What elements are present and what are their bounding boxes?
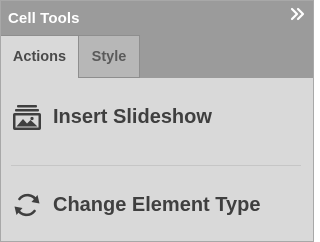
panel-title-bar: Cell Tools [1,1,313,35]
slideshow-icon [12,102,42,132]
change-element-type-button[interactable]: Change Element Type [1,182,313,228]
tab-style[interactable]: Style [79,35,140,78]
insert-slideshow-button[interactable]: Insert Slideshow [1,94,313,140]
double-chevron-right-icon [290,7,305,21]
cell-tools-panel: Cell Tools Actions Style Insert Slidesho… [0,0,314,242]
tab-actions[interactable]: Actions [1,35,79,78]
divider [11,165,301,166]
panel-title: Cell Tools [8,10,80,27]
tab-style-label: Style [91,49,127,65]
collapse-panel-button[interactable] [289,6,307,24]
insert-slideshow-label: Insert Slideshow [53,106,212,128]
tab-actions-label: Actions [12,49,67,65]
tab-strip: Actions Style [1,35,313,78]
change-element-type-label: Change Element Type [53,194,261,216]
refresh-cycle-icon [12,190,42,220]
actions-content: Insert Slideshow Change Element Type [1,78,313,241]
